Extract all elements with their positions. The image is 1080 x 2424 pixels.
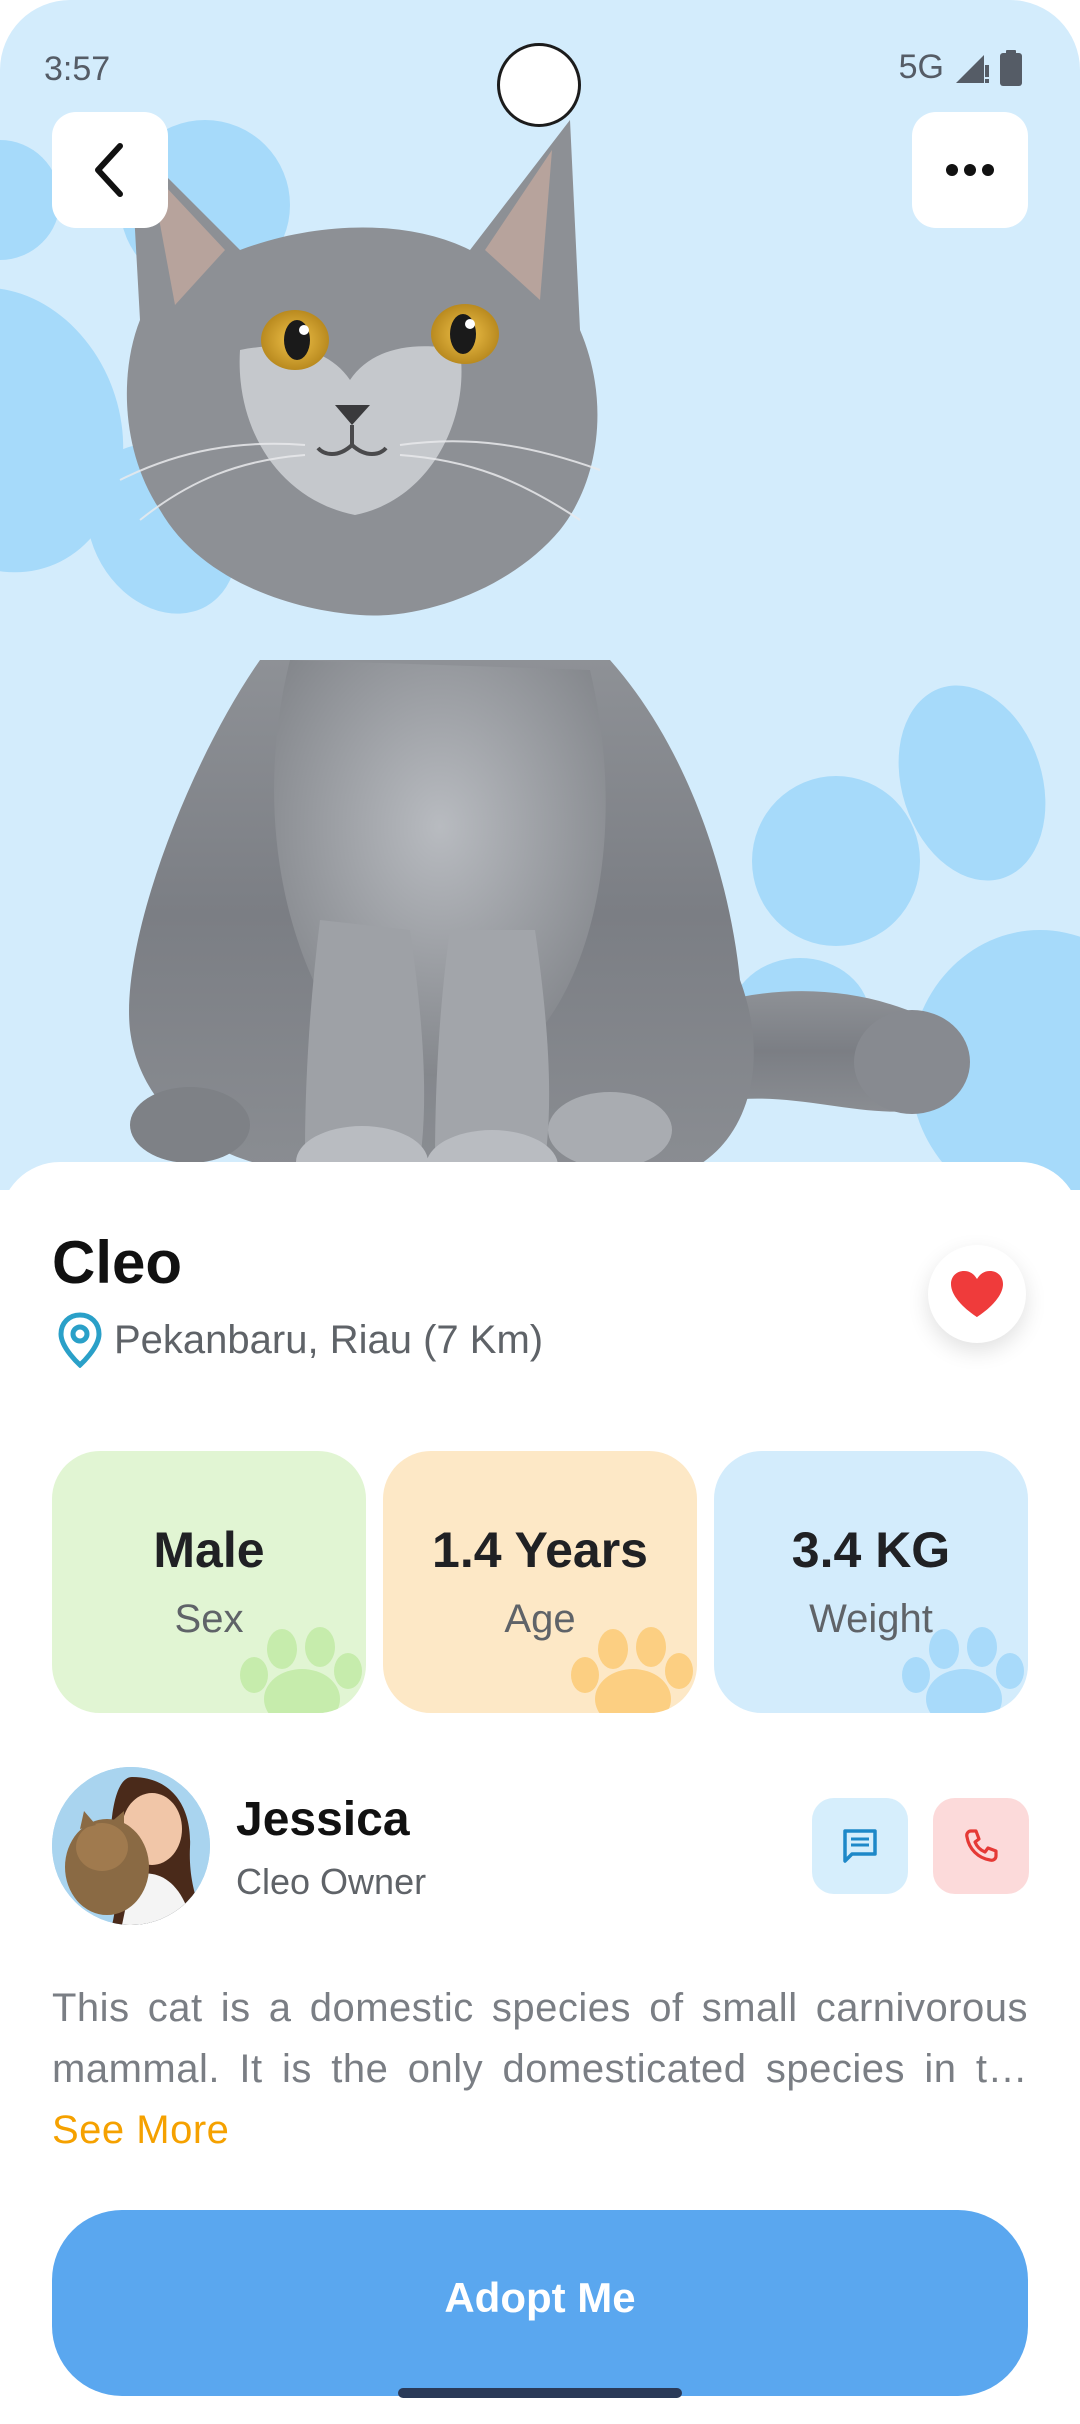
stat-card-age: 1.4 Years Age [383, 1451, 697, 1713]
paw-print-decoration [0, 140, 60, 260]
more-horizontal-icon [946, 164, 994, 176]
avatar-photo [52, 1767, 210, 1925]
chat-icon [843, 1829, 877, 1863]
status-indicators: 5G [899, 48, 1022, 87]
home-indicator[interactable] [398, 2388, 682, 2398]
front-camera [497, 43, 581, 127]
stat-card-weight: 3.4 KG Weight [714, 1451, 1028, 1713]
favorite-button[interactable] [928, 1245, 1026, 1343]
location-pin-icon [58, 1312, 102, 1368]
paw-icon [571, 1627, 693, 1713]
location-row: Pekanbaru, Riau (7 Km) [58, 1312, 543, 1368]
status-time: 3:57 [44, 50, 111, 88]
stat-value: 1.4 Years [432, 1522, 648, 1578]
pet-name: Cleo [52, 1229, 183, 1296]
paw-icon [902, 1627, 1024, 1713]
pet-stats: Male Sex 1.4 Years Age 3.4 KG Weight [52, 1451, 1028, 1713]
adopt-button[interactable]: Adopt Me [52, 2210, 1028, 2396]
owner-role: Cleo Owner [236, 1861, 427, 1902]
back-button[interactable] [52, 112, 168, 228]
cat-photo [119, 120, 970, 1190]
call-owner-button[interactable] [933, 1798, 1029, 1894]
network-type: 5G [898, 48, 944, 86]
stat-card-sex: Male Sex [52, 1451, 366, 1713]
owner-name: Jessica [236, 1793, 410, 1846]
message-owner-button[interactable] [812, 1798, 908, 1894]
heart-icon [951, 1271, 1003, 1317]
paw-icon [240, 1627, 362, 1713]
phone-screen: 3:57 5G Cleo Pekanbaru, Riau (7 Km) Male… [0, 0, 1080, 2424]
chevron-left-icon [95, 143, 123, 197]
signal-icon [956, 54, 989, 83]
description-text: This cat is a domestic species of small … [52, 1986, 1028, 2091]
more-options-button[interactable] [912, 112, 1028, 228]
battery-icon [1000, 49, 1022, 86]
stat-value: Male [153, 1522, 265, 1578]
pet-description: This cat is a domestic species of small … [52, 1978, 1028, 2161]
stat-value: 3.4 KG [791, 1522, 951, 1578]
location-text: Pekanbaru, Riau (7 Km) [114, 1317, 544, 1362]
owner-avatar[interactable] [52, 1767, 210, 1925]
phone-icon [965, 1829, 998, 1862]
see-more-link[interactable]: See More [52, 2108, 229, 2152]
